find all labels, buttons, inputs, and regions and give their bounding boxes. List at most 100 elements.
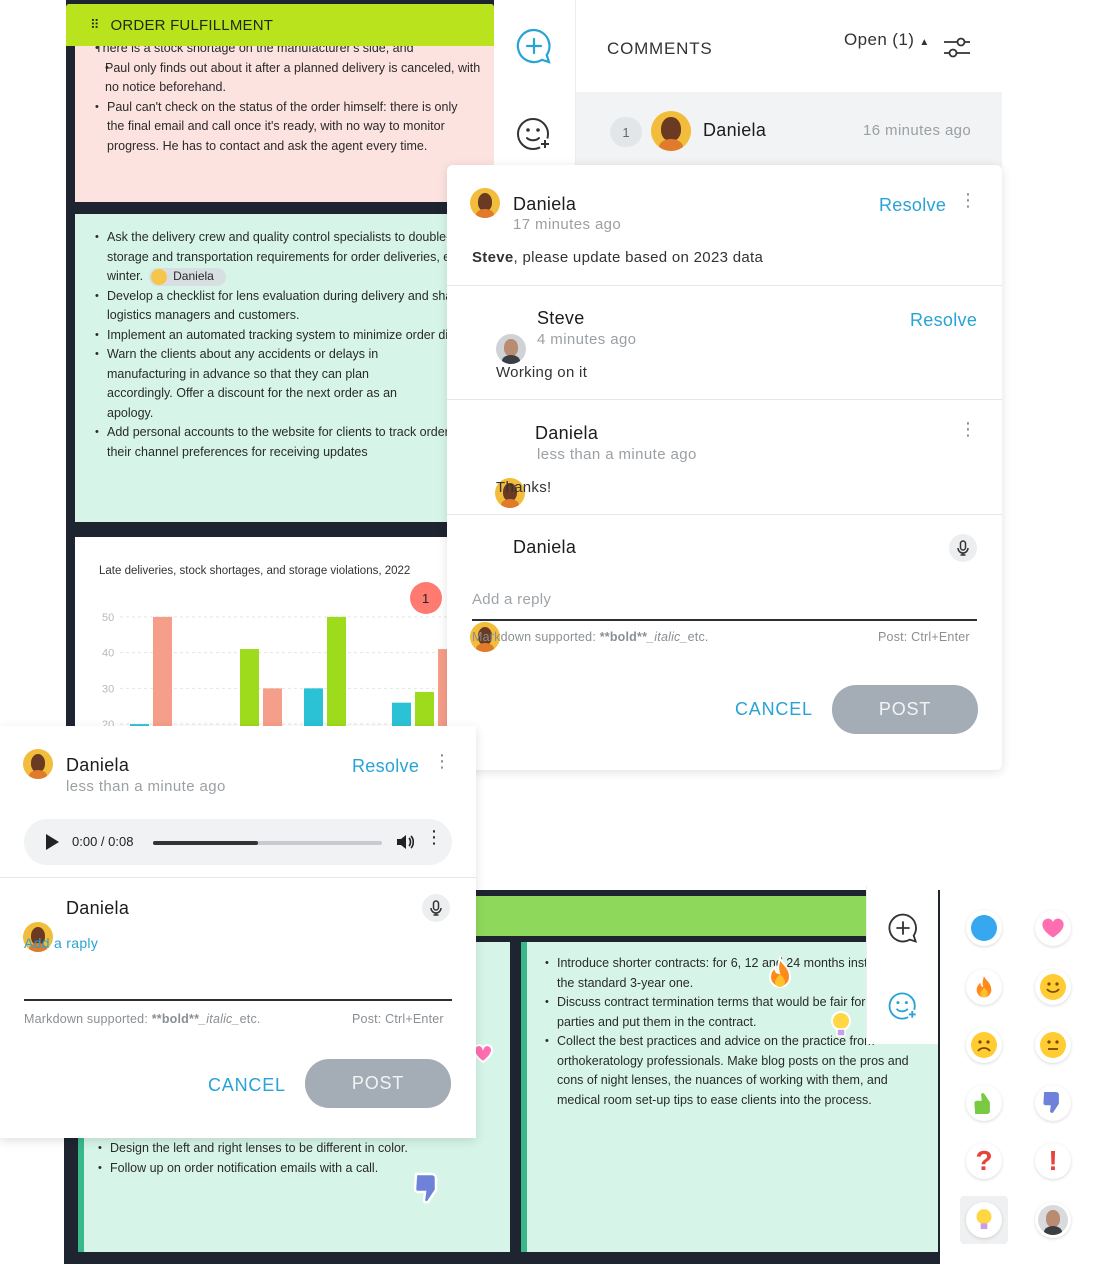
more-options-icon[interactable]: ⋮ [425,828,443,846]
audio-player[interactable]: 0:00 / 0:08 ⋮ [24,819,452,865]
y-tick-label: 30 [102,683,114,695]
microphone-icon [430,900,442,916]
post-shortcut-hint: Post: Ctrl+Enter [352,1012,444,1026]
comment-thread-row[interactable]: 1 Daniela 16 minutes ago [576,92,1002,172]
voice-record-button[interactable] [949,534,977,562]
bar[interactable] [327,616,346,737]
bar[interactable] [240,649,259,737]
question-icon[interactable]: ? [966,1143,1002,1179]
user-tag[interactable]: Daniela [149,267,226,286]
sticky-note-pink[interactable]: There is a stock shortage on the manufac… [75,46,494,202]
more-options-icon[interactable]: ⋮ [959,191,977,209]
comment-author: Daniela [535,423,599,443]
comment-body: Thanks! [496,479,552,496]
drag-handle-icon[interactable]: ⠿ [90,17,99,33]
exclamation-icon[interactable]: ! [1035,1143,1071,1179]
smile-icon[interactable] [1035,969,1071,1005]
audio-progress-track[interactable] [153,841,382,845]
caret-up-icon: ▲ [919,37,930,48]
filter-settings-icon[interactable] [942,36,972,60]
frame-header-green[interactable] [476,896,866,936]
comment-body: Working on it [496,364,588,381]
sticky-note-green[interactable]: Ask the delivery crew and quality contro… [75,214,494,522]
add-reaction-icon[interactable] [515,115,553,153]
post-button[interactable]: POST [832,685,978,734]
avatar [23,749,53,779]
neutral-icon[interactable] [1035,1027,1071,1063]
note-list-item: Design the left and right lenses to be d… [98,1139,408,1159]
avatar [651,111,691,151]
thumbs-down-sticker-icon[interactable] [412,1170,444,1208]
more-options-icon[interactable]: ⋮ [959,420,977,438]
reply-input[interactable]: Add a reply [472,591,977,621]
comment-time: less than a minute ago [537,446,697,463]
bar-chart: 504030201 [102,582,494,737]
comment-time: 17 minutes ago [513,216,622,233]
avatar [470,188,500,218]
sad-icon[interactable] [966,1027,1002,1063]
reply-author: Daniela [513,537,577,557]
note-list-item: Add personal accounts to the website for… [95,423,494,462]
add-reaction-icon[interactable] [887,990,919,1022]
resolve-button[interactable]: Resolve [879,195,946,216]
frame-header[interactable]: ⠿ ORDER FULFILLMENT [66,4,494,46]
comment-time: less than a minute ago [66,778,226,795]
note-list-item: Follow up on order notification emails w… [98,1159,408,1179]
user-tag-label: Daniela [173,268,214,283]
note-text: There is a stock shortage on the manufac… [95,46,494,59]
reply-input[interactable]: Add a raply [24,935,98,951]
thread-time: 16 minutes ago [863,122,972,139]
frame-title: ORDER FULFILLMENT [110,16,274,34]
play-icon[interactable] [44,833,60,851]
status-filter-dropdown[interactable]: Open (1) ▲ [844,30,930,50]
cancel-button[interactable]: CANCEL [735,699,813,720]
comment-author: Daniela [66,755,130,775]
add-comment-icon[interactable] [515,27,553,65]
add-comment-icon[interactable] [887,912,919,944]
thumbs-down-icon[interactable] [1035,1085,1071,1121]
voice-record-button[interactable] [422,894,450,922]
resolve-button[interactable]: Resolve [352,756,419,777]
lightbulb-sticker-icon[interactable] [829,1010,853,1040]
avatar [151,268,168,285]
post-button[interactable]: POST [305,1059,451,1108]
volume-icon[interactable] [395,832,415,852]
note-list-item: Develop a checklist for lens evaluation … [95,287,494,326]
heart-icon[interactable] [1035,910,1071,946]
bar[interactable] [153,616,172,737]
reaction-picker: ? ! [940,886,1099,1264]
cancel-button[interactable]: CANCEL [208,1075,286,1096]
note-list-item: Implement an automated tracking system t… [95,326,494,346]
mention[interactable]: Steve [472,249,514,266]
markdown-hint: Markdown supported: **bold**_italic_etc. [472,630,709,644]
hint-text: Markdown supported: [472,630,597,644]
avatar [1038,1205,1068,1235]
y-tick-label: 50 [102,612,114,624]
fire-icon[interactable] [966,969,1002,1005]
hint-italic: _italic_ [199,1012,240,1026]
hint-text: Markdown supported: [24,1012,149,1026]
note-list-item: Ask the delivery crew and quality contro… [95,228,494,287]
resolve-button[interactable]: Resolve [910,310,977,331]
reply-input-underline [24,999,452,1001]
thread-count-badge: 1 [610,117,642,147]
note-text: Paul only finds out about it after a pla… [105,59,494,98]
comment-toolbar [866,886,938,1044]
lightbulb-icon[interactable] [966,1202,1002,1238]
comment-text: , please update based on 2023 data [513,249,764,266]
reply-author: Daniela [66,898,130,918]
comment-time: 4 minutes ago [537,331,637,348]
comments-title: COMMENTS [607,39,713,58]
divider [447,399,1002,400]
avatar [496,334,526,364]
avatar-sticker-icon[interactable] [1035,1202,1071,1238]
comments-header: COMMENTS Open (1) ▲ [576,0,1002,92]
comment-toolbar [494,0,576,165]
fire-sticker-icon[interactable] [765,956,795,990]
more-options-icon[interactable]: ⋮ [433,752,451,770]
blue-circle-icon[interactable] [966,910,1002,946]
audio-comment-panel: Daniela less than a minute ago Resolve ⋮… [0,726,476,1138]
audio-time: 0:00 / 0:08 [72,834,134,849]
chart-widget[interactable]: Late deliveries, stock shortages, and st… [75,537,494,737]
thumbs-up-icon[interactable] [966,1085,1002,1121]
